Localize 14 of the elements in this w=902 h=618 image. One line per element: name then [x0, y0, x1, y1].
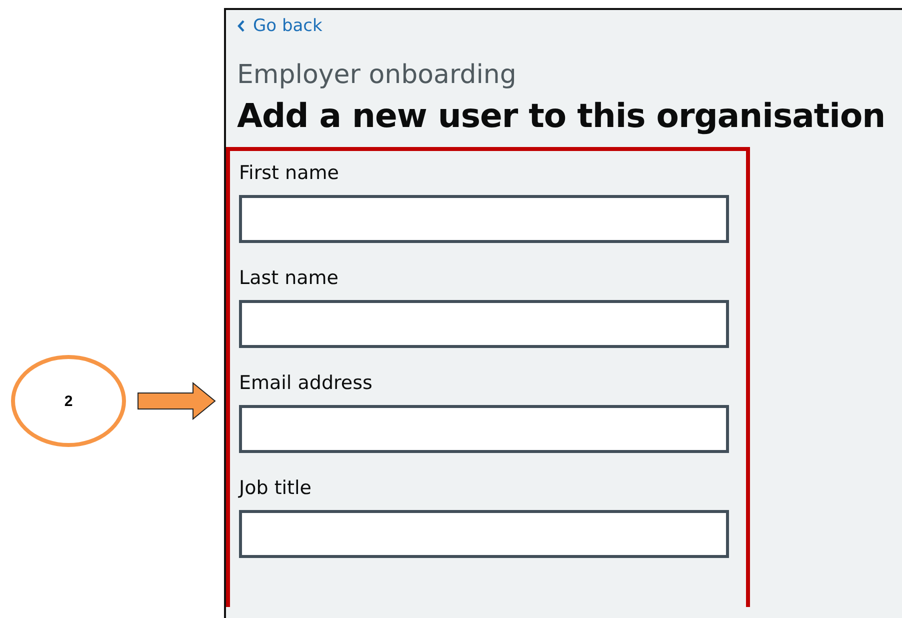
input-field[interactable] — [239, 195, 729, 243]
field-label: Email address — [239, 371, 372, 396]
chevron-icon — [237, 20, 245, 32]
page-caption: Employer onboarding — [237, 59, 518, 92]
input-field[interactable] — [239, 510, 729, 558]
page-heading: Add a new user to this organisation — [237, 95, 886, 137]
input-field[interactable] — [239, 405, 729, 453]
field-label: Job title — [239, 476, 312, 501]
arrow-icon — [137, 382, 217, 420]
field-label: Last name — [239, 266, 338, 291]
input-field[interactable] — [239, 300, 729, 348]
field-label: First name — [239, 161, 339, 186]
back-link[interactable]: Go back — [237, 15, 322, 37]
step-callout: 2 — [11, 355, 126, 447]
